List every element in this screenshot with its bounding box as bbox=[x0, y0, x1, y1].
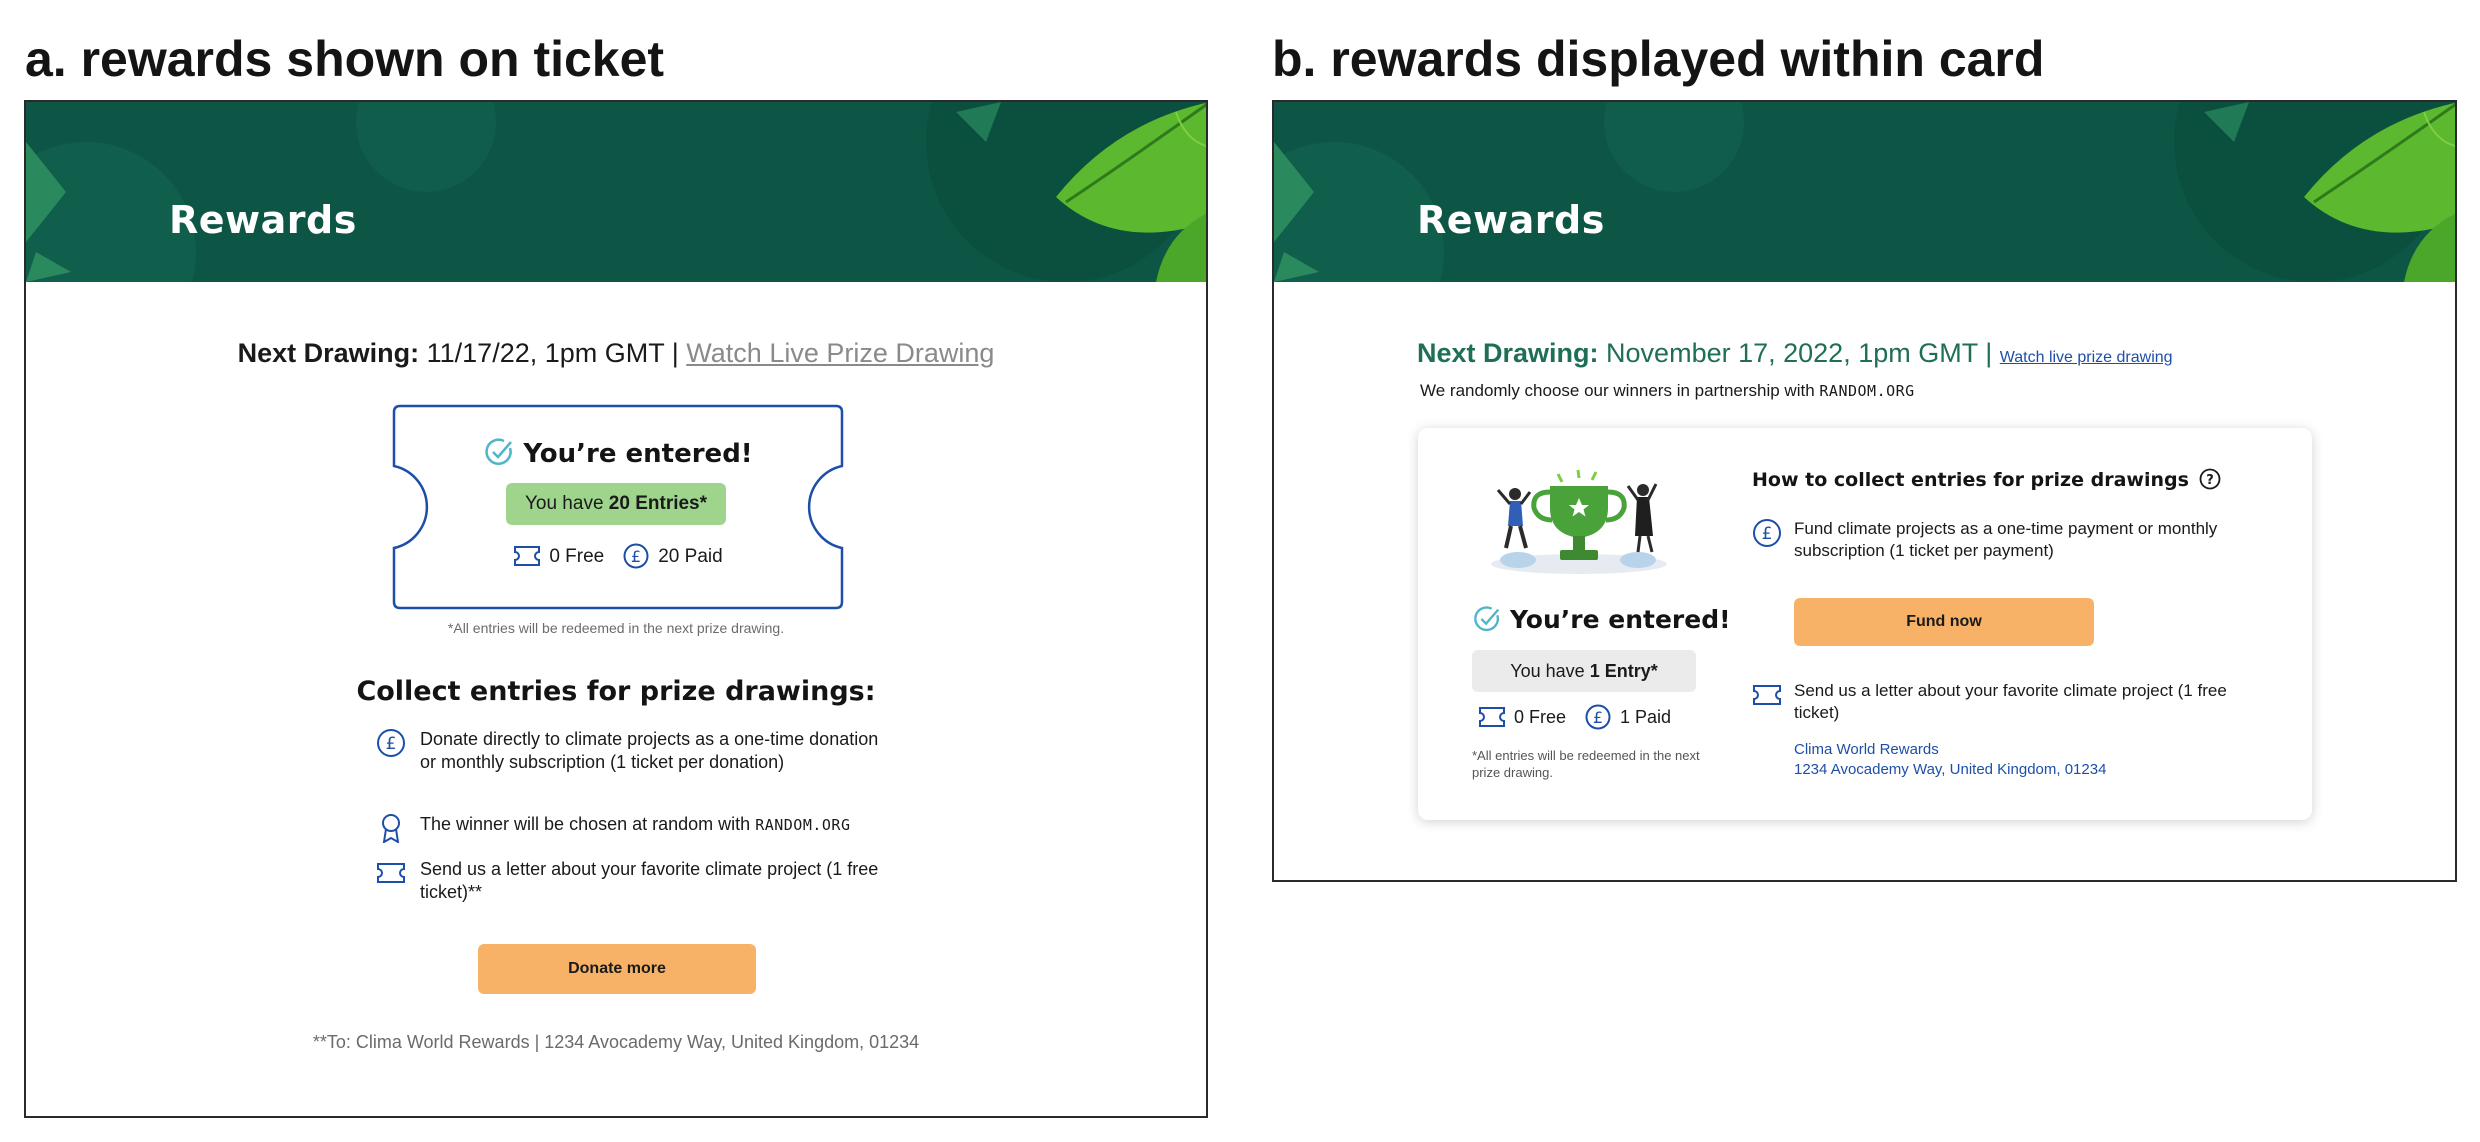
mailing-address: **To: Clima World Rewards | 1234 Avocade… bbox=[312, 1032, 920, 1052]
entries-pill: You have 1 Entry* bbox=[1472, 650, 1696, 692]
entries-footnote: *All entries will be redeemed in the nex… bbox=[1472, 748, 1700, 780]
entries-count: 1 Entry* bbox=[1589, 661, 1658, 681]
entered-title: You’re entered! bbox=[392, 436, 844, 469]
panel-a-rewards-page: Rewards Next Drawing: 11/17/22, 1pm GMT … bbox=[24, 100, 1208, 1118]
pound-coin-icon: £ bbox=[377, 729, 405, 757]
donate-more-button[interactable]: Donate more bbox=[478, 944, 756, 994]
next-drawing-value: 11/17/22, 1pm GMT | bbox=[426, 338, 679, 368]
list-item-text: Donate directly to climate projects as a… bbox=[420, 729, 879, 772]
next-drawing-label: Next Drawing: bbox=[1417, 338, 1599, 368]
entered-text: You’re entered! bbox=[523, 439, 753, 469]
entries-pill: You have 20 Entries* bbox=[506, 483, 726, 525]
ticket-icon bbox=[1753, 685, 1781, 705]
next-drawing-value: November 17, 2022, 1pm GMT | bbox=[1606, 338, 1993, 368]
entry-breakdown: 0 Free £ 1 Paid bbox=[1478, 704, 1671, 730]
list-item-text: Send us a letter about your favorite cli… bbox=[420, 859, 879, 902]
random-org-logo: RANDOM.ORG bbox=[755, 816, 851, 834]
entry-ticket: You’re entered! You have 20 Entries* 0 F… bbox=[392, 404, 844, 610]
mailing-address: Clima World Rewards 1234 Avocademy Way, … bbox=[1794, 740, 2106, 780]
ticket-icon bbox=[1479, 707, 1505, 727]
panel-a-heading: a. rewards shown on ticket bbox=[25, 31, 665, 87]
panel-b-heading: b. rewards displayed within card bbox=[1272, 31, 2045, 87]
address-line: 1234 Avocademy Way, United Kingdom, 0123… bbox=[1794, 761, 2107, 778]
random-partner-text: We randomly choose our winners in partne… bbox=[1420, 381, 1815, 400]
list-item-text: Send us a letter about your favorite cli… bbox=[1794, 681, 2227, 722]
free-count: 0 Free bbox=[1514, 707, 1567, 727]
rewards-banner: Rewards bbox=[26, 102, 1206, 282]
jungle-leaves-icon bbox=[1274, 102, 2455, 282]
next-drawing-line: Next Drawing: 11/17/22, 1pm GMT | Watch … bbox=[26, 338, 1206, 369]
ticket-icon bbox=[514, 546, 541, 566]
random-text: The winner will be chosen at random with bbox=[420, 814, 751, 834]
random-partner-line: We randomly choose our winners in partne… bbox=[1420, 381, 1915, 401]
entries-prefix: You have bbox=[524, 493, 604, 514]
svg-text:?: ? bbox=[2206, 473, 2214, 488]
svg-text:£: £ bbox=[631, 547, 641, 566]
trophy-celebration-icon bbox=[1491, 469, 1667, 574]
entered-title: You’re entered! bbox=[1472, 604, 1731, 634]
random-org-logo: RANDOM.ORG bbox=[1819, 382, 1915, 400]
pound-coin-icon: £ bbox=[1585, 704, 1611, 730]
how-to-collect-title: How to collect entries for prize drawing… bbox=[1752, 468, 2221, 491]
svg-text:£: £ bbox=[386, 734, 397, 754]
entered-text: You’re entered! bbox=[1510, 605, 1731, 634]
svg-text:£: £ bbox=[1762, 524, 1773, 544]
svg-text:£: £ bbox=[1593, 708, 1603, 727]
rewards-banner: Rewards bbox=[1274, 102, 2455, 282]
help-question-icon[interactable]: ? bbox=[2199, 468, 2221, 490]
pound-coin-icon: £ bbox=[623, 543, 649, 569]
watch-live-link[interactable]: Watch live prize drawing bbox=[2000, 349, 2173, 366]
award-ribbon-icon bbox=[382, 814, 400, 843]
free-count: 0 Free bbox=[549, 546, 605, 567]
fund-now-button[interactable]: Fund now bbox=[1794, 598, 2094, 646]
next-drawing-line: Next Drawing: November 17, 2022, 1pm GMT… bbox=[1417, 338, 2173, 369]
pound-coin-icon: £ bbox=[1753, 519, 1781, 547]
paid-count: 1 Paid bbox=[1620, 707, 1672, 727]
banner-title: Rewards bbox=[1417, 198, 1605, 242]
watch-live-link[interactable]: Watch Live Prize Drawing bbox=[686, 338, 994, 368]
list-item-text: The winner will be chosen at random with… bbox=[420, 813, 890, 837]
entries-count: 20 Entries* bbox=[608, 493, 708, 514]
entries-footnote: *All entries will be redeemed in the nex… bbox=[447, 620, 785, 636]
entry-breakdown: 0 Free £ 20 Paid bbox=[392, 543, 844, 569]
check-circle-icon bbox=[485, 438, 513, 465]
how-title-text: How to collect entries for prize drawing… bbox=[1752, 469, 2189, 491]
check-circle-icon bbox=[1474, 606, 1500, 632]
ticket-icon bbox=[377, 863, 405, 883]
rewards-card: You’re entered! You have 1 Entry* 0 Free… bbox=[1418, 428, 2312, 820]
list-item-text: Fund climate projects as a one-time paym… bbox=[1794, 519, 2218, 560]
address-name: Clima World Rewards bbox=[1794, 741, 1939, 758]
entries-prefix: You have bbox=[1510, 661, 1585, 681]
jungle-leaves-icon bbox=[26, 102, 1206, 282]
panel-b-rewards-page: Rewards Next Drawing: November 17, 2022,… bbox=[1272, 100, 2457, 882]
next-drawing-label: Next Drawing: bbox=[237, 338, 420, 368]
paid-count: 20 Paid bbox=[658, 546, 723, 567]
banner-title: Rewards bbox=[169, 198, 357, 242]
collect-title: Collect entries for prize drawings: bbox=[356, 676, 876, 707]
